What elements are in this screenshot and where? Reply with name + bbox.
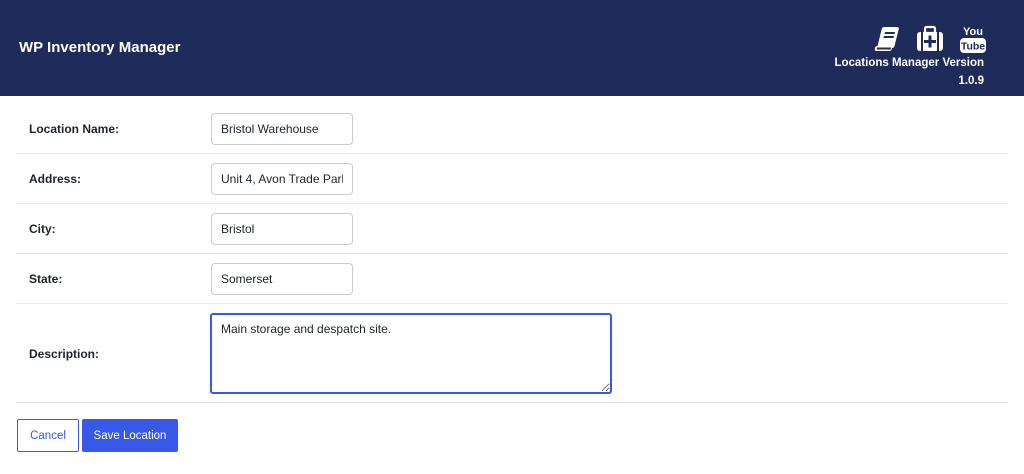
version-number: 1.0.9 [958, 75, 984, 87]
version-label: Locations Manager Version [834, 57, 984, 69]
youtube-icon[interactable]: You Tube [958, 24, 988, 54]
form-row-description: Description: Main storage and despatch s… [16, 304, 1008, 403]
svg-text:You: You [963, 26, 983, 38]
form-row-state: State: [16, 254, 1008, 304]
svg-text:Tube: Tube [961, 41, 985, 53]
form-row-address: Address: [16, 154, 1008, 204]
app-title: WP Inventory Manager [19, 39, 181, 56]
description-textarea[interactable]: Main storage and despatch site. [210, 313, 612, 394]
save-location-button[interactable]: Save Location [82, 419, 178, 452]
city-input[interactable] [211, 213, 353, 245]
location-form: Location Name: Address: City: State: Des… [16, 104, 1008, 403]
form-row-location-name: Location Name: [16, 104, 1008, 154]
form-row-city: City: [16, 204, 1008, 254]
location-name-input[interactable] [211, 113, 353, 145]
cancel-button[interactable]: Cancel [17, 419, 79, 452]
address-input[interactable] [211, 163, 353, 195]
state-input[interactable] [211, 263, 353, 295]
address-label: Address: [29, 172, 82, 186]
city-label: City: [29, 222, 56, 236]
manual-book-icon[interactable] [872, 24, 902, 54]
state-label: State: [29, 272, 63, 286]
support-first-aid-icon[interactable] [915, 24, 945, 54]
header-icon-group: You Tube [872, 24, 988, 54]
location-name-label: Location Name: [29, 122, 120, 136]
description-label: Description: [29, 347, 100, 361]
app-header: WP Inventory Manager You Tube Locations … [0, 0, 1024, 96]
